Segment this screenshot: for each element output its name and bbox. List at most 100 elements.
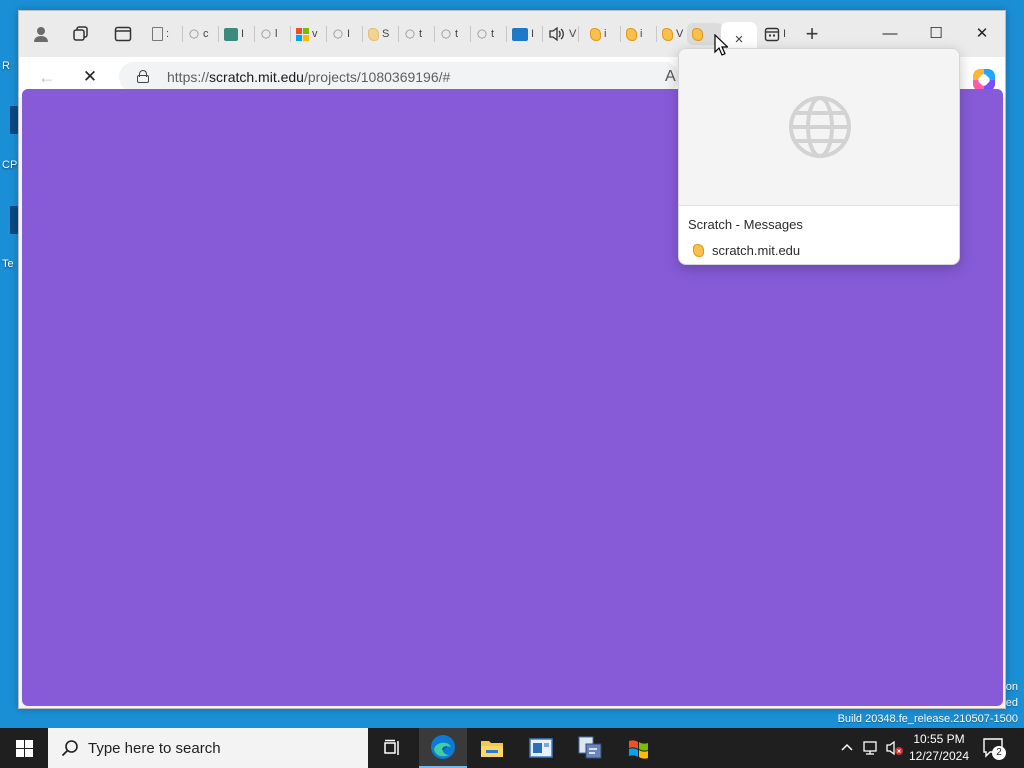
browser-tab[interactable]: I xyxy=(507,23,543,45)
taskbar-file-explorer[interactable] xyxy=(468,728,516,768)
profile-icon xyxy=(34,27,48,42)
tab-title: V xyxy=(569,28,577,40)
tab-preview xyxy=(679,49,959,206)
network-icon[interactable] xyxy=(862,740,880,756)
minimize-button[interactable]: — xyxy=(867,19,913,47)
desktop-icon-label-fragment: R xyxy=(2,60,10,72)
hover-card-domain: scratch.mit.edu xyxy=(712,243,801,258)
tab-title: i xyxy=(604,28,607,40)
desktop-icon-label-fragment: CP xyxy=(2,159,18,171)
browser-tab[interactable]: S xyxy=(363,23,399,45)
taskbar-server-manager[interactable] xyxy=(517,728,565,768)
browser-tab[interactable]: I xyxy=(219,23,255,45)
task-view-button[interactable] xyxy=(368,728,416,768)
server-manager-icon xyxy=(529,738,553,758)
profile-button[interactable] xyxy=(27,22,55,46)
browser-tab[interactable]: t xyxy=(399,23,435,45)
tab-title: I xyxy=(347,28,351,40)
read-aloud-icon[interactable]: A xyxy=(665,68,676,86)
lock-icon[interactable] xyxy=(137,70,149,83)
tab-hover-card: Scratch - Messages scratch.mit.edu xyxy=(678,48,960,265)
mouse-cursor-icon xyxy=(714,34,728,56)
globe-icon xyxy=(789,96,851,158)
browser-tab[interactable]: i xyxy=(585,23,621,45)
url-host: scratch.mit.edu xyxy=(209,69,304,85)
browser-tab[interactable]: v xyxy=(291,23,327,45)
browser-tab[interactable]: I xyxy=(327,23,363,45)
copilot-icon[interactable] xyxy=(973,69,995,91)
workspaces-icon xyxy=(73,26,88,41)
scratch-icon xyxy=(662,27,673,41)
start-button[interactable] xyxy=(0,728,48,768)
url-scheme: https:// xyxy=(167,69,210,85)
tab-title: I xyxy=(783,28,787,40)
clock-date[interactable]: 12/27/2024 xyxy=(906,749,972,763)
url-path: /projects/1080369196/# xyxy=(303,69,451,85)
url-text[interactable]: https://scratch.mit.edu/projects/1080369… xyxy=(167,69,450,85)
maximize-button[interactable]: ☐ xyxy=(913,19,959,47)
browser-tab[interactable]: I xyxy=(759,23,795,45)
vertical-tabs-button[interactable] xyxy=(109,22,137,46)
volume-muted-icon[interactable] xyxy=(885,739,905,757)
edge-icon xyxy=(431,735,455,759)
tab-title: I xyxy=(241,28,245,40)
tab-title: c xyxy=(203,28,209,40)
taskbar-search-box[interactable]: Type here to search xyxy=(48,728,368,768)
browser-tab[interactable]: c xyxy=(183,23,219,45)
taskbar-edge[interactable] xyxy=(419,728,467,768)
tab-title: v xyxy=(312,28,318,40)
close-window-button[interactable]: ✕ xyxy=(959,19,1005,47)
browser-tab[interactable]: l xyxy=(255,23,291,45)
taskbar: Type here to search 10:55 PM 12/27/2024 … xyxy=(0,728,1024,768)
scratch-icon xyxy=(590,27,601,41)
tab-title: t xyxy=(419,28,423,40)
tab-title: V xyxy=(676,28,684,40)
file-explorer-icon xyxy=(481,741,503,757)
workspaces-button[interactable] xyxy=(67,22,95,46)
tab-title: I xyxy=(531,28,535,40)
search-icon xyxy=(477,29,487,39)
calendar-icon xyxy=(764,27,780,42)
search-icon xyxy=(405,29,415,39)
search-icon xyxy=(61,740,78,757)
browser-tab[interactable]: t xyxy=(471,23,507,45)
taskbar-powershell[interactable] xyxy=(566,728,614,768)
address-bar[interactable]: https://scratch.mit.edu/projects/1080369… xyxy=(119,62,679,92)
activation-watermark-line: on xyxy=(1005,681,1018,693)
windows-flag-icon xyxy=(629,740,648,759)
new-tab-button[interactable]: + xyxy=(798,21,826,46)
notification-center-button[interactable]: 2 xyxy=(982,737,1006,760)
desktop-icon-label-fragment: Te xyxy=(2,258,14,270)
desktop-icon-stub[interactable] xyxy=(10,206,18,234)
browser-tab-playing-audio[interactable]: V xyxy=(543,23,579,45)
tab-title: i xyxy=(640,28,643,40)
windows-logo-icon xyxy=(15,739,33,757)
notification-count-badge: 2 xyxy=(992,746,1006,760)
search-placeholder: Type here to search xyxy=(88,740,221,757)
close-tab-icon[interactable]: × xyxy=(735,31,744,48)
tab-title: t xyxy=(455,28,459,40)
hover-card-site: scratch.mit.edu xyxy=(693,243,800,258)
desktop-icon-stub[interactable] xyxy=(10,106,18,134)
search-icon xyxy=(189,29,199,39)
search-icon xyxy=(333,29,343,39)
clock-time[interactable]: 10:55 PM xyxy=(906,732,972,746)
scratch-icon xyxy=(626,27,637,41)
scratch-icon xyxy=(693,244,704,257)
show-hidden-icons-chevron-icon[interactable] xyxy=(840,742,854,752)
tab-title: t xyxy=(491,28,495,40)
tab-title: l xyxy=(275,28,278,40)
stop-loading-button[interactable]: ✕ xyxy=(76,63,104,91)
microsoft-icon xyxy=(296,27,309,41)
task-view-icon xyxy=(384,739,399,755)
browser-tab[interactable]: i xyxy=(621,23,657,45)
build-watermark: Build 20348.fe_release.210507-1500 xyxy=(837,713,1018,725)
browser-tab[interactable]: : xyxy=(147,23,183,45)
back-button[interactable]: ← xyxy=(33,63,61,91)
activation-watermark-line: ed xyxy=(1005,697,1018,709)
taskbar-windows-app[interactable] xyxy=(615,728,663,768)
browser-tab[interactable]: t xyxy=(435,23,471,45)
app-icon xyxy=(224,27,238,41)
tab-title: S xyxy=(382,28,390,40)
page-icon xyxy=(152,27,163,41)
